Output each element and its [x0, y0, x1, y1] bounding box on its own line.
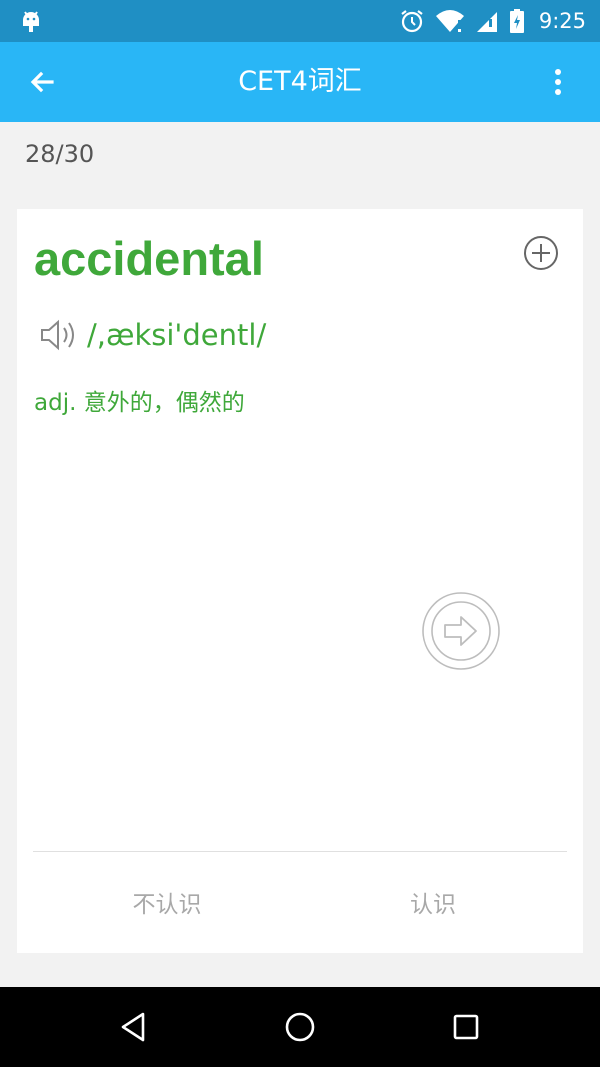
battery-icon	[509, 9, 524, 33]
speaker-icon[interactable]	[39, 315, 81, 355]
signal-icon	[476, 12, 497, 32]
page-title: CET4词汇	[238, 66, 362, 97]
back-triangle-icon[interactable]	[113, 1007, 153, 1047]
unknown-button[interactable]: 不认识	[67, 885, 267, 919]
pronunciation-row: /,æksi'dentl/	[39, 315, 266, 355]
known-button[interactable]: 认识	[333, 885, 533, 919]
status-bar: 9:25	[0, 0, 600, 42]
word-title: accidental	[34, 232, 264, 285]
recents-square-icon[interactable]	[446, 1007, 486, 1047]
alarm-icon	[401, 10, 423, 33]
divider	[33, 851, 567, 852]
status-time: 9:25	[538, 9, 586, 33]
progress-counter: 28/30	[25, 140, 95, 168]
app-bar: CET4词汇	[0, 42, 600, 122]
phonetic-text: /,æksi'dentl/	[87, 318, 267, 352]
next-arrow-circle-icon[interactable]	[421, 591, 501, 671]
wifi-icon	[435, 10, 464, 32]
word-meaning: adj. 意外的，偶然的	[34, 390, 245, 416]
word-card: accidental /,æksi'dentl/ adj. 意外的，偶然的 不认…	[17, 209, 583, 953]
arrow-back-icon[interactable]	[22, 62, 62, 102]
system-nav-bar	[0, 987, 600, 1067]
more-vert-icon[interactable]	[538, 62, 578, 102]
android-icon	[23, 11, 39, 32]
add-circle-icon[interactable]	[523, 235, 559, 271]
home-circle-icon[interactable]	[280, 1007, 320, 1047]
